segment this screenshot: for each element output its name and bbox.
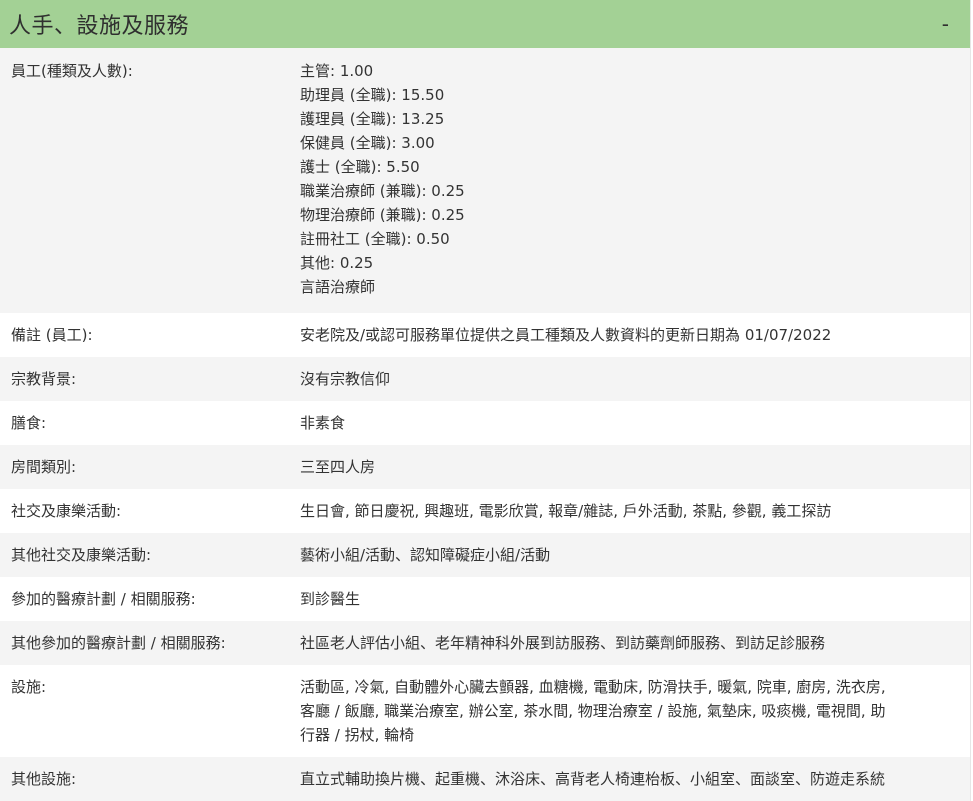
row-staff-remark: 備註 (員工): 安老院及/或認可服務單位提供之員工種類及人數資料的更新日期為 … — [0, 313, 970, 357]
row-label: 其他設施: — [11, 770, 77, 788]
row-value: 非素食 — [300, 414, 346, 432]
row-value: 到診醫生 — [300, 590, 361, 608]
row-value: 三至四人房 — [300, 458, 376, 476]
staff-line: 註冊社工 (全職): 0.50 — [300, 230, 450, 248]
row-label: 員工(種類及人數): — [11, 62, 133, 80]
row-medical-programs: 參加的醫療計劃 / 相關服務: 到診醫生 — [0, 577, 970, 621]
staff-line: 主管: 1.00 — [300, 62, 374, 80]
row-label: 宗教背景: — [11, 370, 77, 388]
row-religion: 宗教背景: 沒有宗教信仰 — [0, 357, 970, 401]
section-title: 人手、設施及服務 — [9, 14, 190, 39]
row-value: 藝術小組/活動、認知障礙症小組/活動 — [300, 546, 551, 564]
staff-line: 其他: 0.25 — [300, 254, 374, 272]
row-label: 社交及康樂活動: — [11, 502, 122, 520]
row-value: 安老院及/或認可服務單位提供之員工種類及人數資料的更新日期為 01/07/202… — [300, 326, 832, 344]
row-meals: 膳食: 非素食 — [0, 401, 970, 445]
row-label: 參加的醫療計劃 / 相關服務: — [11, 590, 196, 608]
staff-line: 護士 (全職): 5.50 — [300, 158, 420, 176]
row-value: 主管: 1.00 助理員 (全職): 15.50 護理員 (全職): 13.25… — [300, 59, 970, 299]
row-other-facilities: 其他設施: 直立式輔助換片機、起重機、沐浴床、高背老人椅連枱板、小組室、面談室、… — [0, 757, 970, 801]
facilities-line: 行器 / 拐杖, 輪椅 — [300, 726, 415, 744]
staff-line: 職業治療師 (兼職): 0.25 — [300, 182, 465, 200]
collapse-icon[interactable]: - — [942, 14, 949, 34]
row-label: 其他社交及康樂活動: — [11, 546, 152, 564]
staff-line: 言語治療師 — [300, 278, 376, 296]
facilities-line: 活動區, 冷氣, 自動體外心臟去顫器, 血糖機, 電動床, 防滑扶手, 暖氣, … — [300, 678, 886, 696]
row-social-activities: 社交及康樂活動: 生日會, 節日慶祝, 興趣班, 電影欣賞, 報章/雜誌, 戶外… — [0, 489, 970, 533]
row-value: 社區老人評估小組、老年精神科外展到訪服務、到訪藥劑師服務、到訪足診服務 — [300, 634, 826, 652]
facilities-line: 客廳 / 飯廳, 職業治療室, 辦公室, 茶水間, 物理治療室 / 設施, 氣墊… — [300, 702, 886, 720]
row-value: 生日會, 節日慶祝, 興趣班, 電影欣賞, 報章/雜誌, 戶外活動, 茶點, 參… — [300, 502, 832, 520]
row-label: 備註 (員工): — [11, 326, 93, 344]
row-value: 沒有宗教信仰 — [300, 370, 391, 388]
row-label: 房間類別: — [11, 458, 77, 476]
row-staff: 員工(種類及人數): 主管: 1.00 助理員 (全職): 15.50 護理員 … — [0, 48, 970, 313]
row-value: 直立式輔助換片機、起重機、沐浴床、高背老人椅連枱板、小組室、面談室、防遊走系統 — [300, 770, 886, 788]
staff-line: 保健員 (全職): 3.00 — [300, 134, 435, 152]
row-label: 膳食: — [11, 414, 47, 432]
row-label: 設施: — [11, 678, 47, 696]
row-room-type: 房間類別: 三至四人房 — [0, 445, 970, 489]
row-other-medical-programs: 其他參加的醫療計劃 / 相關服務: 社區老人評估小組、老年精神科外展到訪服務、到… — [0, 621, 970, 665]
staff-line: 助理員 (全職): 15.50 — [300, 86, 445, 104]
staff-line: 護理員 (全職): 13.25 — [300, 110, 445, 128]
row-facilities: 設施: 活動區, 冷氣, 自動體外心臟去顫器, 血糖機, 電動床, 防滑扶手, … — [0, 665, 970, 757]
staff-facilities-panel: 人手、設施及服務 - 員工(種類及人數): 主管: 1.00 助理員 (全職):… — [0, 0, 971, 801]
row-label: 其他參加的醫療計劃 / 相關服務: — [11, 634, 226, 652]
staff-line: 物理治療師 (兼職): 0.25 — [300, 206, 465, 224]
row-value: 活動區, 冷氣, 自動體外心臟去顫器, 血糖機, 電動床, 防滑扶手, 暖氣, … — [300, 675, 970, 747]
section-header[interactable]: 人手、設施及服務 - — [0, 0, 970, 48]
row-other-social-activities: 其他社交及康樂活動: 藝術小組/活動、認知障礙症小組/活動 — [0, 533, 970, 577]
